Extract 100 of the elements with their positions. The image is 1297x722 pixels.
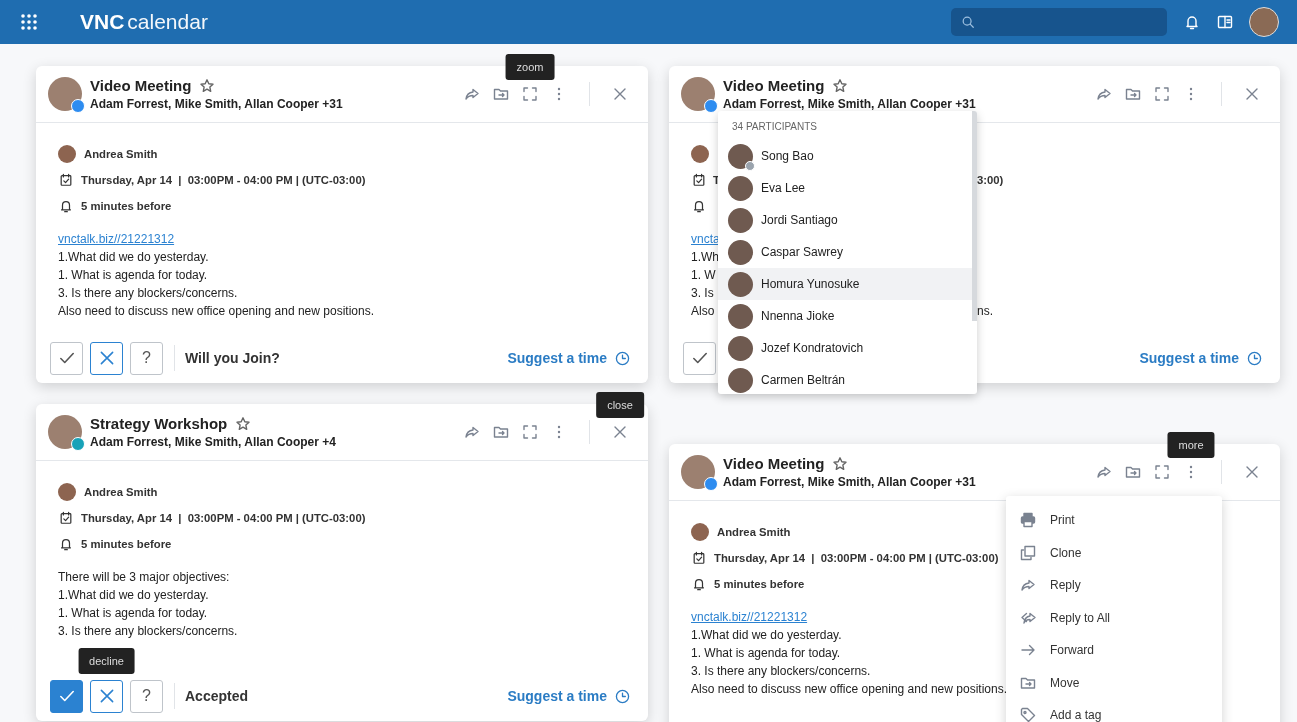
calendar-icon	[59, 173, 73, 187]
bell-icon	[59, 199, 73, 213]
clock-icon	[615, 688, 630, 704]
maybe-button[interactable]: ?	[130, 341, 163, 375]
suggest-time-button[interactable]: Suggest a time	[507, 350, 630, 366]
text-fragment: 1.Wh	[691, 250, 719, 264]
close-icon[interactable]	[1244, 86, 1260, 102]
star-icon[interactable]	[832, 77, 849, 94]
fullscreen-icon[interactable]	[522, 424, 538, 440]
panel-icon[interactable]	[1217, 14, 1233, 30]
text-fragment: 1. W	[691, 268, 716, 282]
description-line: 3. Is there any blockers/concerns.	[58, 285, 238, 302]
reminder-text: 5 minutes before	[81, 200, 172, 212]
folder-icon[interactable]	[1125, 464, 1141, 480]
event-time: Thursday, Apr 14 | 03:00PM - 04:00 PM | (UTC-03:00)	[714, 552, 999, 564]
participant-item[interactable]: Song Bao	[718, 140, 977, 172]
participant-avatar	[728, 335, 753, 361]
meeting-link[interactable]: vnctalk.biz//21221312	[58, 230, 175, 248]
text-fragment: 3:00)	[977, 174, 1004, 186]
accept-button[interactable]	[50, 679, 83, 713]
star-icon[interactable]	[199, 77, 216, 94]
tooltip: close	[596, 392, 644, 418]
close-icon[interactable]	[612, 424, 628, 440]
organizer-name: Andrea Smith	[84, 148, 158, 160]
folder-icon[interactable]	[1125, 86, 1141, 102]
bell-icon[interactable]	[1184, 14, 1200, 30]
share-icon[interactable]	[464, 424, 480, 440]
participant-item[interactable]: Jordi Santiago	[718, 204, 977, 236]
printer-icon	[1020, 512, 1036, 529]
participants-heading: 34 PARTICIPANTS	[731, 120, 819, 134]
fullscreen-icon[interactable]	[1154, 86, 1170, 102]
menu-item[interactable]: Add a tag	[1006, 699, 1222, 722]
bell-icon	[692, 577, 706, 591]
menu-item[interactable]: Reply	[1006, 569, 1222, 602]
text-fragment: 3. Is	[691, 286, 714, 300]
participant-avatar	[728, 207, 753, 233]
accept-button[interactable]	[50, 341, 83, 375]
participants-summary[interactable]: Adam Forrest, Mike Smith, Allan Cooper +4	[90, 435, 336, 449]
share-icon[interactable]	[1096, 464, 1112, 480]
calendar-icon	[692, 173, 706, 187]
participant-item[interactable]: Jozef Kondratovich	[718, 332, 977, 364]
reminder-text: 5 minutes before	[81, 538, 172, 550]
event-title: Video Meeting	[723, 455, 825, 472]
tooltip: zoom	[505, 54, 555, 80]
participants-summary[interactable]: Adam Forrest, Mike Smith, Allan Cooper +31	[723, 475, 976, 489]
menu-item[interactable]: Print	[1006, 504, 1222, 537]
participants-summary[interactable]: Adam Forrest, Mike Smith, Allan Cooper +31	[90, 97, 343, 111]
share-icon[interactable]	[1096, 86, 1112, 102]
calendar-icon	[692, 551, 706, 565]
description-line: 3. Is there any blockers/concerns.	[691, 663, 871, 680]
organizer-name: Andrea Smith	[84, 486, 158, 498]
folder-icon[interactable]	[493, 86, 509, 102]
share-icon[interactable]	[464, 86, 480, 102]
suggest-time-button[interactable]: Suggest a time	[1139, 350, 1262, 366]
star-icon[interactable]	[235, 415, 252, 432]
menu-item[interactable]: Clone	[1006, 536, 1222, 569]
participant-item[interactable]: Eva Lee	[718, 172, 977, 204]
menu-item[interactable]: Forward	[1006, 634, 1222, 667]
participants-summary[interactable]: Adam Forrest, Mike Smith, Allan Cooper +31	[723, 97, 976, 111]
decline-button[interactable]	[90, 341, 123, 375]
participant-avatar	[728, 239, 753, 265]
description-line: 1.What did we do yesterday.	[691, 627, 842, 644]
fullscreen-icon[interactable]	[522, 86, 538, 102]
reminder-text: 5 minutes before	[714, 578, 805, 590]
text-fragment: Also	[691, 304, 715, 318]
description-line: 1. What is agenda for today.	[58, 605, 208, 622]
event-title: Video Meeting	[90, 77, 192, 94]
description-line: Also need to discuss new office opening and new positions.	[691, 681, 1007, 698]
participant-item[interactable]: Caspar Sawrey	[718, 236, 977, 268]
menu-item[interactable]: Reply to All	[1006, 601, 1222, 634]
tooltip: more	[1167, 432, 1215, 458]
organizer-avatar	[691, 145, 709, 163]
organizer-name: Andrea Smith	[717, 526, 791, 538]
close-icon[interactable]	[612, 86, 628, 102]
folder-icon[interactable]	[493, 424, 509, 440]
participant-item[interactable]: Nnenna Jioke	[718, 300, 977, 332]
user-avatar[interactable]	[1249, 7, 1279, 37]
star-icon[interactable]	[832, 455, 849, 472]
meeting-link[interactable]: vnctalk.biz//21221312	[691, 608, 808, 626]
description-line: 1. What is agenda for today.	[58, 267, 208, 284]
bell-icon	[692, 199, 706, 213]
search-icon	[961, 15, 975, 29]
participant-avatar	[728, 303, 753, 329]
suggest-time-button[interactable]: Suggest a time	[507, 688, 630, 704]
decline-button[interactable]	[90, 679, 123, 713]
rsvp-status: Accepted	[185, 688, 249, 704]
apps-grid-icon[interactable]	[20, 13, 38, 31]
participant-avatar	[728, 271, 753, 297]
menu-item[interactable]: Move	[1006, 666, 1222, 699]
description-line: Also need to discuss new office opening and new positions.	[58, 303, 374, 320]
maybe-button[interactable]: ?	[130, 679, 163, 713]
participant-item[interactable]: Carmen Beltrán	[718, 364, 977, 394]
organizer-avatar	[58, 483, 76, 501]
tooltip: decline	[78, 647, 135, 674]
description-line: There will be 3 major objectives:	[58, 569, 230, 586]
search-field[interactable]	[951, 8, 1167, 36]
close-icon[interactable]	[1244, 464, 1260, 480]
fullscreen-icon[interactable]	[1154, 464, 1170, 480]
organizer-avatar	[58, 145, 76, 163]
accept-button[interactable]	[683, 341, 716, 375]
